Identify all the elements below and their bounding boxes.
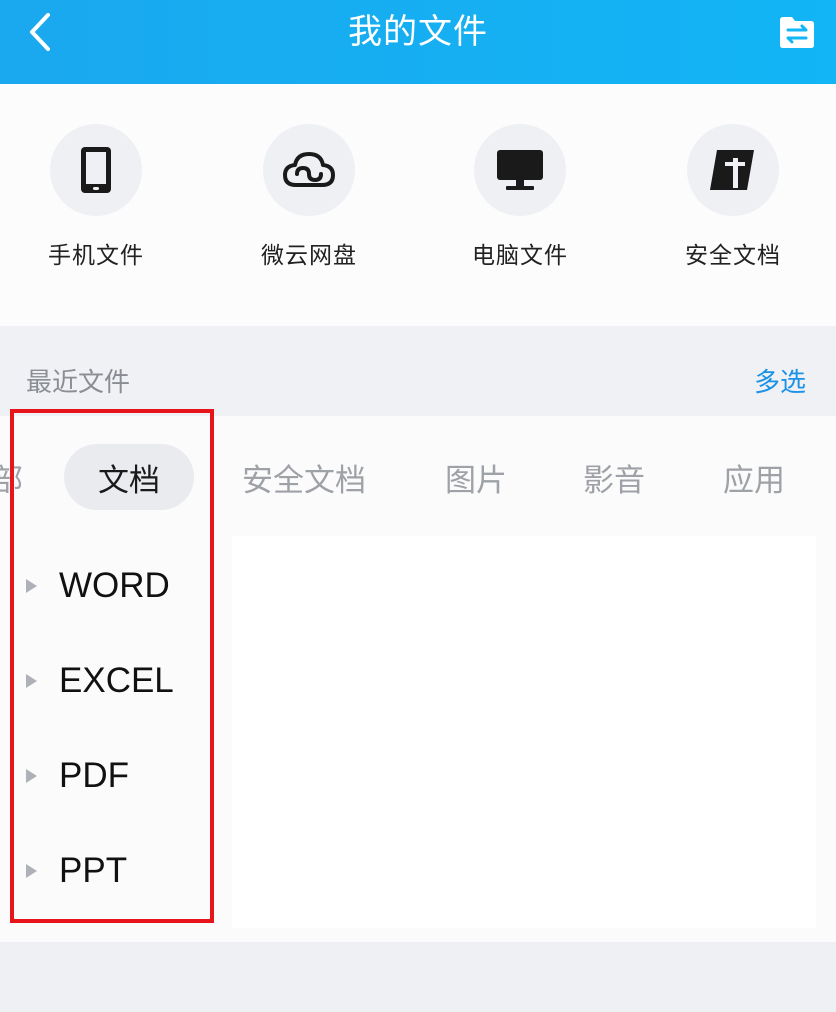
tab-media[interactable]: 影音	[564, 444, 664, 510]
quick-access-panel: 手机文件 微云网盘 电脑文件 安全文档	[0, 84, 836, 326]
recent-files-content: 部 文档 安全文档 图片 影音 应用 WORD EXCEL PDF PPT	[0, 416, 836, 942]
caret-right-icon	[26, 674, 37, 688]
quick-item-label: 安全文档	[685, 243, 781, 269]
tab-images[interactable]: 图片	[426, 444, 526, 510]
tab-all[interactable]: 部	[0, 444, 36, 510]
doc-type-label: EXCEL	[59, 661, 174, 700]
recent-files-title: 最近文件	[26, 368, 131, 398]
monitor-icon	[497, 150, 543, 190]
doc-type-word[interactable]: WORD	[26, 556, 170, 616]
quick-item-secure-docs[interactable]: 安全文档	[633, 124, 833, 274]
quick-item-label: 电脑文件	[472, 243, 568, 269]
doc-type-pdf[interactable]: PDF	[26, 746, 129, 806]
doc-type-ppt[interactable]: PPT	[26, 841, 127, 901]
caret-right-icon	[26, 579, 37, 593]
file-list-area	[232, 536, 816, 928]
tab-documents[interactable]: 文档	[64, 444, 194, 510]
quick-item-icon-wrap	[687, 124, 779, 216]
tab-apps[interactable]: 应用	[704, 444, 804, 510]
quick-item-icon-wrap	[263, 124, 355, 216]
quick-item-icon-wrap	[474, 124, 566, 216]
quick-item-label: 手机文件	[48, 243, 144, 269]
secure-doc-icon	[710, 150, 754, 190]
transfer-button[interactable]	[776, 12, 818, 52]
quick-item-weiyun-drive[interactable]: 微云网盘	[209, 124, 409, 274]
caret-right-icon	[26, 864, 37, 878]
multi-select-button[interactable]: 多选	[754, 362, 806, 399]
caret-right-icon	[26, 769, 37, 783]
quick-item-label: 微云网盘	[261, 243, 357, 269]
page-title: 我的文件	[348, 12, 488, 52]
cloud-icon	[283, 152, 335, 187]
tab-secure-documents[interactable]: 安全文档	[226, 444, 382, 510]
doc-type-label: PDF	[59, 756, 129, 795]
bottom-area	[0, 942, 836, 1012]
file-type-tabs: 部 文档 安全文档 图片 影音 应用	[0, 416, 836, 536]
doc-type-label: PPT	[59, 851, 128, 890]
quick-item-icon-wrap	[50, 124, 142, 216]
title-bar: 我的文件	[0, 0, 836, 84]
quick-item-phone-files[interactable]: 手机文件	[0, 124, 196, 274]
recent-files-header: 最近文件 多选	[0, 326, 836, 416]
phone-icon	[81, 147, 111, 193]
doc-type-label: WORD	[59, 566, 170, 605]
doc-type-list: WORD EXCEL PDF PPT	[0, 536, 212, 936]
transfer-folder-icon	[780, 17, 814, 48]
quick-item-pc-files[interactable]: 电脑文件	[420, 124, 620, 274]
doc-type-excel[interactable]: EXCEL	[26, 651, 174, 711]
